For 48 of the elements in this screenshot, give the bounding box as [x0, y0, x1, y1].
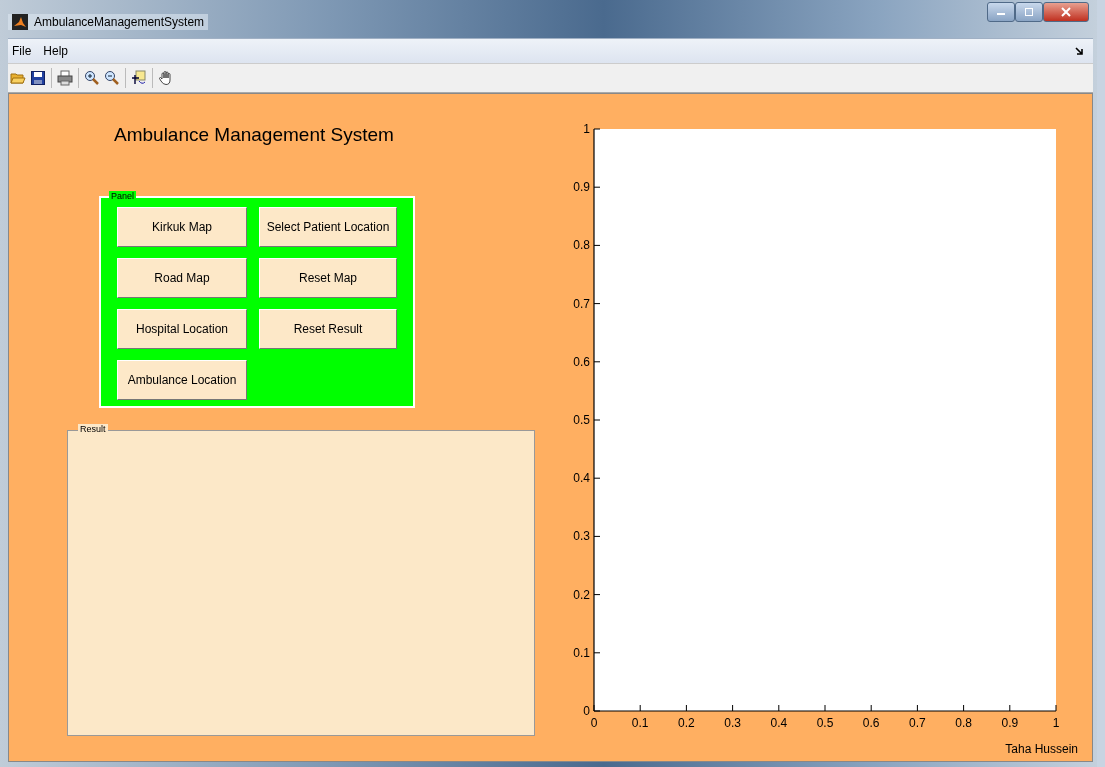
- window-title: AmbulanceManagementSystem: [34, 15, 205, 29]
- tick-label: 0.7: [909, 716, 926, 730]
- action-button[interactable]: Reset Map: [259, 258, 397, 298]
- zoom-in-icon[interactable]: [84, 70, 100, 86]
- minimize-button[interactable]: [987, 2, 1015, 22]
- tick-label: 0.6: [573, 354, 590, 369]
- tick-label: 1: [1052, 716, 1060, 730]
- maximize-button[interactable]: [1015, 2, 1043, 22]
- action-button[interactable]: Reset Result: [259, 309, 397, 349]
- tick-label: 0.2: [573, 587, 590, 602]
- tick-label: 0.4: [573, 471, 590, 486]
- close-button[interactable]: [1043, 2, 1089, 22]
- tick-label: 0: [590, 716, 598, 730]
- tick-label: 0: [583, 704, 590, 718]
- close-icon: [1060, 7, 1072, 17]
- app-heading: Ambulance Management System: [114, 124, 395, 146]
- menu-item[interactable]: File: [12, 44, 32, 58]
- panel-title: Panel: [109, 191, 137, 201]
- tick-label: 0.1: [573, 645, 590, 660]
- data-cursor-icon[interactable]: [131, 70, 147, 86]
- action-button[interactable]: Kirkuk Map: [117, 207, 247, 247]
- tick-label: 0.5: [816, 716, 834, 730]
- save-icon[interactable]: [30, 70, 46, 86]
- result-title: Result: [78, 424, 108, 434]
- menu-item[interactable]: Help: [43, 44, 69, 58]
- action-button[interactable]: Select Patient Location: [259, 207, 397, 247]
- tick-label: 0.6: [862, 716, 880, 730]
- tick-label: 0.1: [631, 716, 649, 730]
- tick-label: 0.2: [678, 716, 695, 730]
- tick-label: 0.3: [724, 716, 741, 730]
- action-button[interactable]: Ambulance Location: [117, 360, 247, 400]
- pan-hand-icon[interactable]: [158, 70, 174, 86]
- tick-label: 0.8: [573, 238, 590, 253]
- zoom-out-icon[interactable]: [104, 70, 120, 86]
- tick-label: 0.9: [573, 180, 590, 195]
- tick-label: 0.7: [573, 296, 590, 311]
- app-logo-icon: [12, 14, 28, 30]
- maximize-icon: [1024, 8, 1034, 16]
- print-icon[interactable]: [57, 70, 73, 86]
- tick-label: 0.4: [770, 716, 788, 730]
- tick-label: 0.9: [1001, 716, 1019, 730]
- tick-label: 0.5: [573, 413, 590, 427]
- tick-label: 1: [583, 122, 590, 136]
- action-button[interactable]: Road Map: [117, 258, 247, 298]
- tick-label: 0.3: [573, 529, 590, 544]
- tick-label: 0.8: [955, 716, 972, 730]
- author-label: Taha Hussein: [1005, 742, 1078, 756]
- action-button[interactable]: Hospital Location: [117, 309, 247, 349]
